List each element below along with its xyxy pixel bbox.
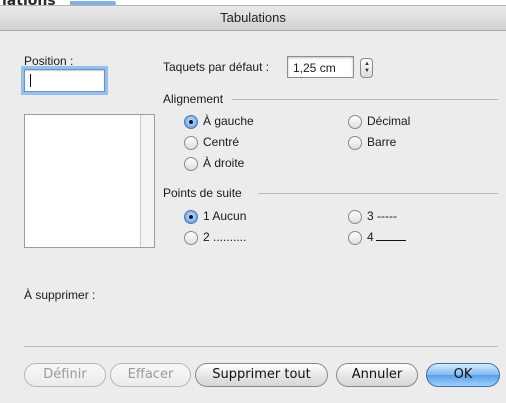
align-decimal-label: Décimal xyxy=(367,114,411,128)
align-left-label: À gauche xyxy=(203,114,254,128)
ok-button[interactable]: OK xyxy=(426,363,500,387)
radio-selected-icon xyxy=(184,210,198,224)
alignment-title: Alignement xyxy=(163,92,224,106)
leader-dashes-label: 3 ----- xyxy=(367,209,397,223)
radio-icon xyxy=(348,115,362,129)
tabs-dialog: Tabulations Position : Taquets par défau… xyxy=(0,5,506,403)
radio-selected-icon xyxy=(184,115,198,129)
leader-divider xyxy=(258,193,498,194)
stepper-up-icon[interactable]: ▲ xyxy=(364,61,370,67)
stepper-down-icon[interactable]: ▼ xyxy=(364,68,370,74)
align-center-label: Centré xyxy=(203,135,240,149)
position-label: Position : xyxy=(24,54,74,68)
align-right-label: À droite xyxy=(203,156,245,170)
radio-icon xyxy=(184,231,198,245)
dialog-title: Tabulations xyxy=(0,6,506,31)
to-delete-label: À supprimer : xyxy=(24,288,96,302)
delete-all-button[interactable]: Supprimer tout xyxy=(195,363,328,387)
tab-stops-scrollbar[interactable] xyxy=(140,115,154,247)
radio-icon xyxy=(184,157,198,171)
leader-title: Points de suite xyxy=(163,186,242,200)
stepper-arrows-icon[interactable]: ▲ ▼ xyxy=(360,58,373,78)
leader-line-label: 4 xyxy=(367,230,406,244)
alignment-divider xyxy=(232,99,498,100)
leader-line-number: 4 xyxy=(367,230,374,244)
text-caret xyxy=(30,74,31,87)
leader-none-label: 1 Aucun xyxy=(203,209,247,223)
radio-icon xyxy=(348,231,362,245)
leader-line-sample xyxy=(375,230,406,241)
define-button[interactable]: Définir xyxy=(24,363,106,387)
clear-button[interactable]: Effacer xyxy=(110,363,191,387)
leader-dots-label: 2 .......... xyxy=(203,230,247,244)
radio-icon xyxy=(348,136,362,150)
tab-stops-list[interactable] xyxy=(24,114,155,248)
align-bar-label: Barre xyxy=(367,135,397,149)
radio-icon xyxy=(184,136,198,150)
position-input[interactable] xyxy=(24,69,105,92)
default-tabs-value: 1,25 cm xyxy=(293,61,336,75)
default-tabs-label: Taquets par défaut : xyxy=(163,60,270,74)
default-tabs-input[interactable]: 1,25 cm xyxy=(287,56,354,78)
radio-icon xyxy=(348,210,362,224)
cancel-button[interactable]: Annuler xyxy=(336,363,418,387)
buttons-divider xyxy=(24,346,498,347)
